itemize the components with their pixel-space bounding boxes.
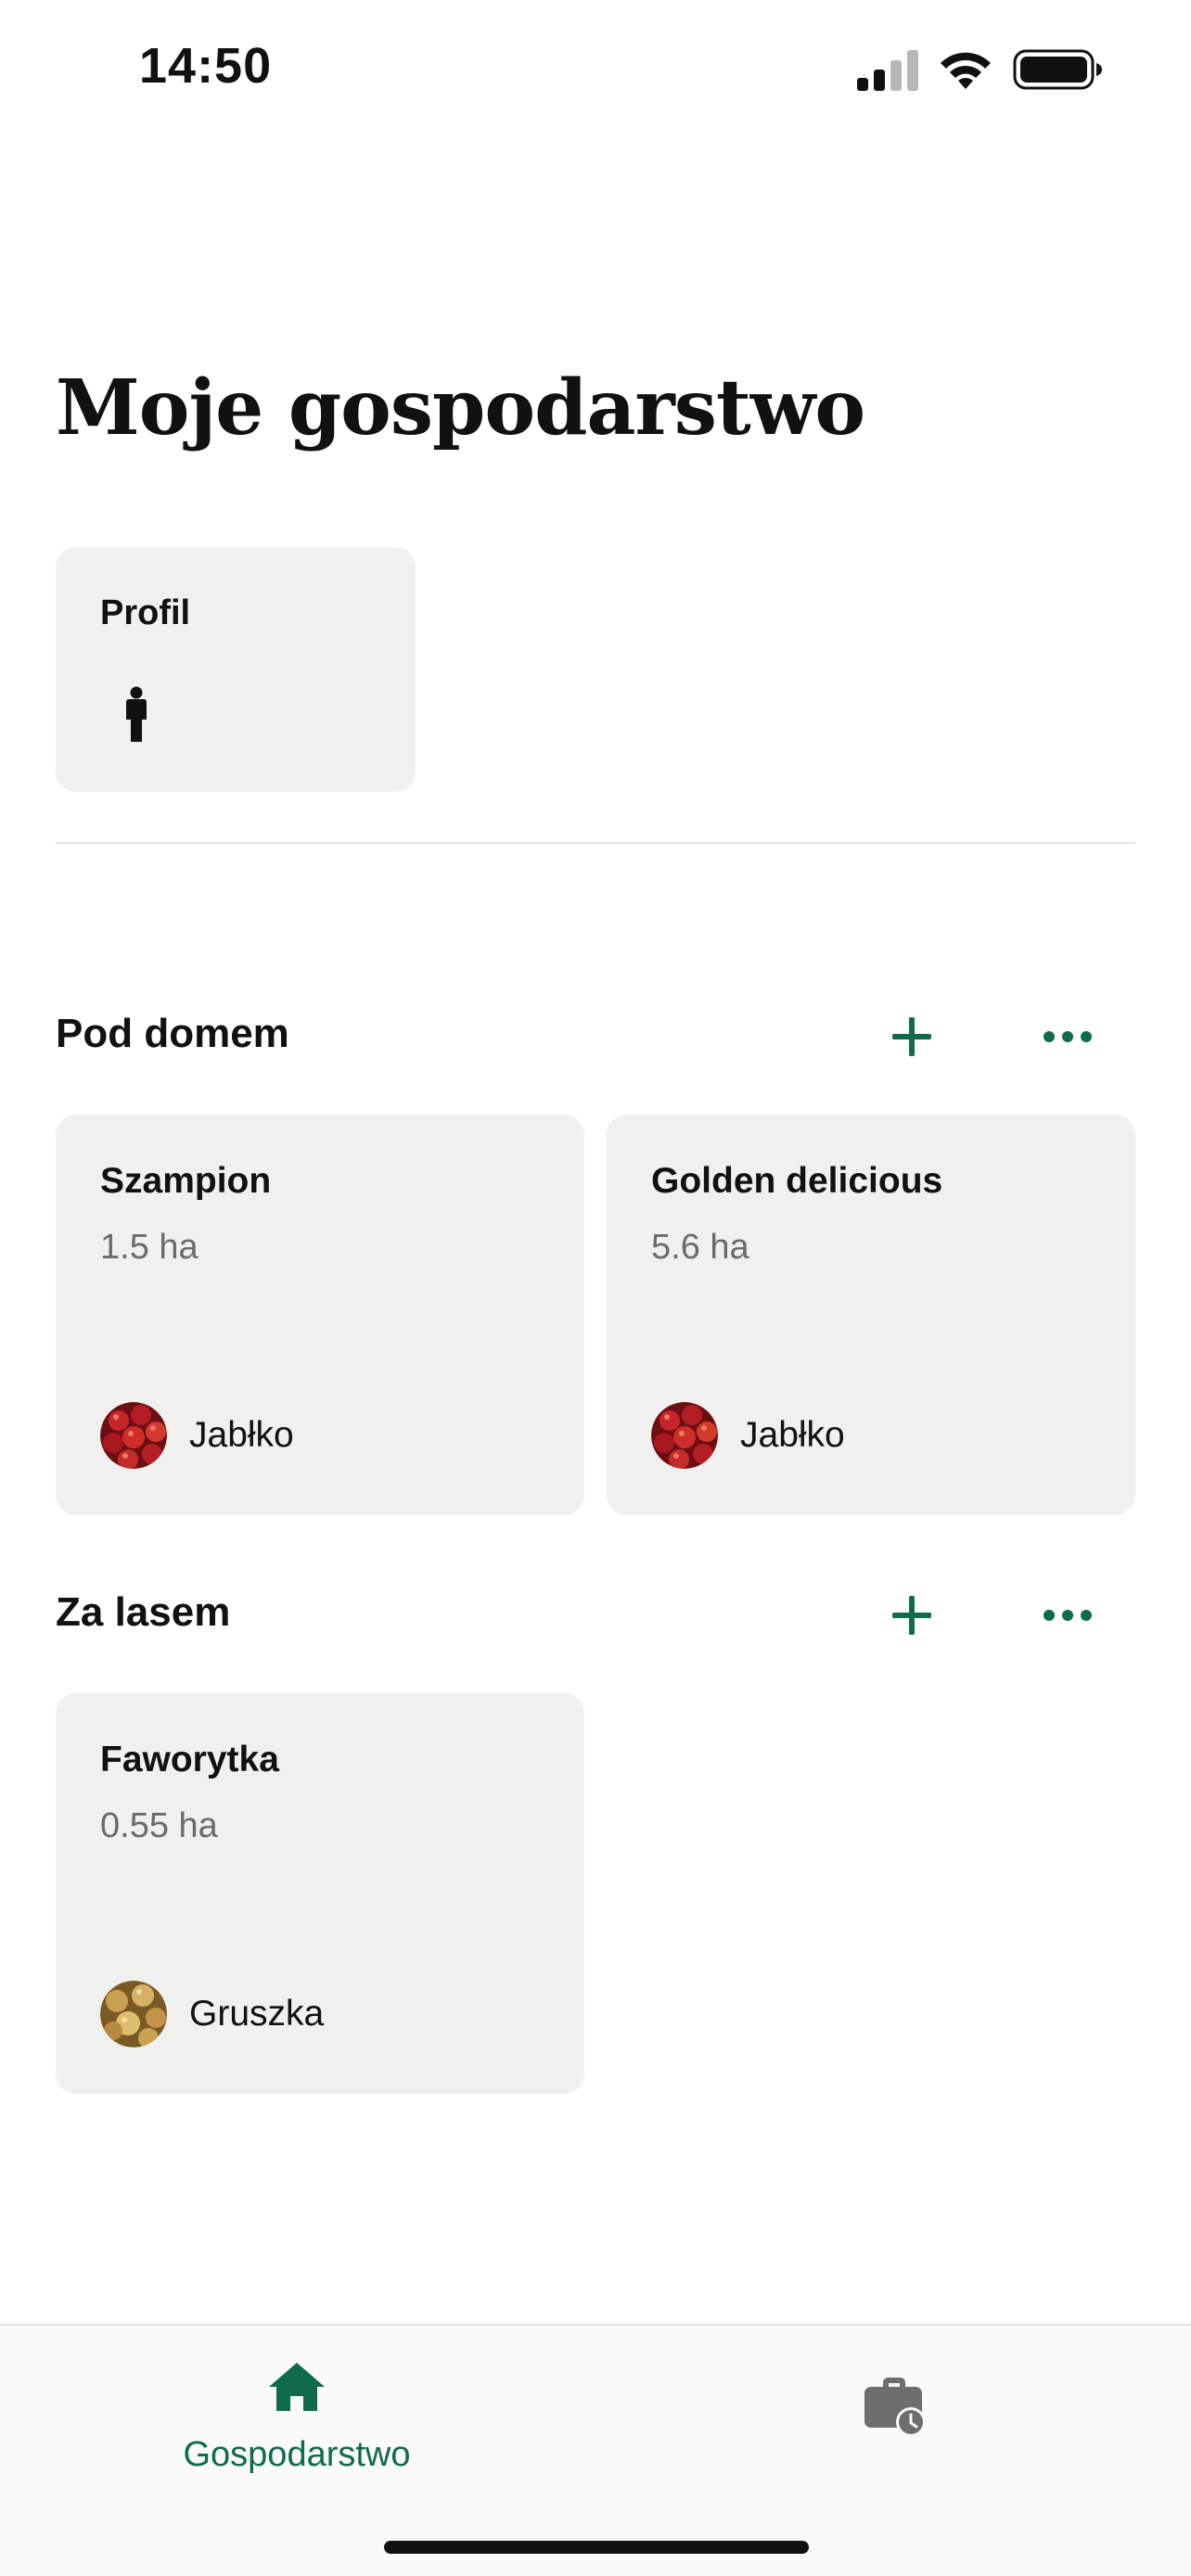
more-dots-icon — [1044, 1610, 1092, 1621]
field-name: Golden delicious — [651, 1161, 943, 1201]
tab-gospodarstwo[interactable]: Gospodarstwo — [167, 2352, 427, 2481]
field-area: 0.55 ha — [100, 1806, 218, 1845]
section-title: Pod domem — [56, 1011, 289, 1056]
add-field-button[interactable] — [875, 1578, 949, 1652]
home-indicator — [384, 2541, 809, 2554]
field-area: 1.5 ha — [100, 1228, 198, 1267]
tab-bar: Gospodarstwo — [0, 2324, 1191, 2576]
crop-name: Jabłko — [189, 1415, 294, 1455]
field-card[interactable]: Golden delicious 5.6 ha Jabłko — [607, 1115, 1135, 1515]
wifi-icon — [941, 52, 991, 89]
field-name: Szampion — [100, 1161, 272, 1201]
divider — [56, 842, 1135, 844]
field-area: 5.6 ha — [651, 1228, 749, 1267]
profile-label: Profil — [100, 593, 191, 632]
home-icon — [269, 2363, 325, 2411]
pear-photo-icon — [100, 1981, 167, 2047]
plus-icon — [892, 1596, 931, 1635]
person-icon — [126, 686, 147, 742]
briefcase-clock-icon[interactable] — [863, 2372, 928, 2437]
field-card[interactable]: Faworytka 0.55 ha Gruszka — [56, 1693, 584, 2094]
more-dots-icon — [1044, 1031, 1092, 1042]
field-name: Faworytka — [100, 1740, 279, 1779]
screen: 14:50 Moje gospodarstwo Profil Pod domem — [0, 0, 1191, 2576]
cellular-signal-icon — [857, 50, 918, 91]
plus-icon — [892, 1017, 931, 1056]
crop-name: Jabłko — [740, 1415, 845, 1455]
crop-name: Gruszka — [189, 1994, 325, 2034]
status-bar: 14:50 — [0, 0, 1191, 139]
more-options-button[interactable] — [1031, 1578, 1105, 1652]
battery-icon — [1013, 49, 1102, 90]
more-options-button[interactable] — [1031, 1000, 1105, 1074]
section-title: Za lasem — [56, 1589, 231, 1635]
apple-photo-icon — [100, 1402, 167, 1469]
page-title: Moje gospodarstwo — [56, 363, 865, 453]
add-field-button[interactable] — [875, 1000, 949, 1074]
tab-label: Gospodarstwo — [183, 2435, 411, 2474]
status-time: 14:50 — [139, 38, 273, 94]
apple-photo-icon — [651, 1402, 718, 1469]
field-card[interactable]: Szampion 1.5 ha Jabłko — [56, 1115, 584, 1515]
profile-card[interactable]: Profil — [56, 547, 416, 792]
